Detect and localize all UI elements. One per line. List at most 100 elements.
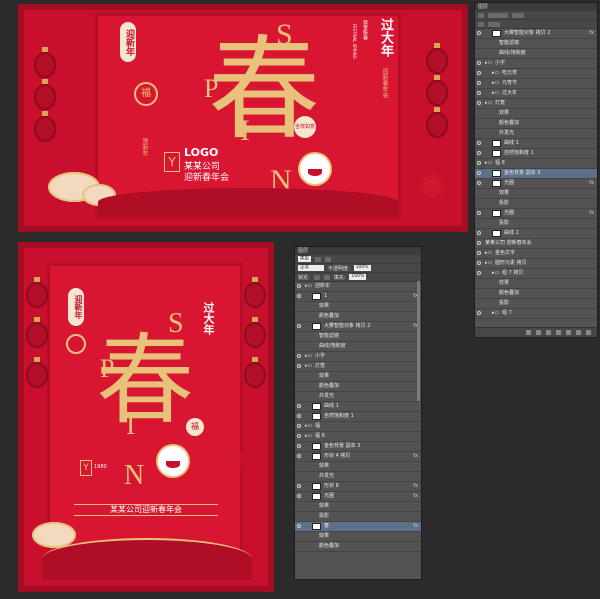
mask-icon[interactable] [546, 330, 551, 335]
layer-row[interactable]: 智能滤镜 [295, 332, 421, 342]
layer-row[interactable]: 曲线/饱和度 [295, 342, 421, 352]
layer-row[interactable]: 光圈 fx [475, 179, 597, 189]
visibility-eye-icon[interactable] [477, 101, 481, 105]
folder-icon[interactable] [566, 330, 571, 335]
layer-row[interactable]: ▸▭ 过大年 [475, 89, 597, 99]
filter-text-icon[interactable] [325, 256, 331, 262]
visibility-eye-icon[interactable] [477, 151, 481, 155]
layer-row[interactable]: 曲线 1 [475, 139, 597, 149]
opacity-field[interactable]: 100% [353, 265, 371, 271]
layer-row[interactable]: 春 fx [295, 522, 421, 532]
visibility-eye-icon[interactable] [297, 414, 301, 418]
layer-row[interactable]: 颜色叠加 [475, 119, 597, 129]
visibility-eye-icon[interactable] [477, 61, 481, 65]
folder-icon[interactable]: ▸▭ [492, 269, 499, 278]
visibility-eye-icon[interactable] [297, 364, 301, 368]
visibility-eye-icon[interactable] [477, 231, 481, 235]
layer-thumbnail[interactable] [492, 140, 501, 147]
visibility-eye-icon[interactable] [297, 424, 301, 428]
layer-row[interactable]: 某某公司 迎新春年会 [475, 239, 597, 249]
layer-row[interactable]: 大雾智能对象 拷贝 2 fx [295, 322, 421, 332]
visibility-eye-icon[interactable] [477, 91, 481, 95]
layer-thumbnail[interactable] [492, 210, 501, 217]
layer-row[interactable]: ▸▭ 吃元宵 [475, 69, 597, 79]
layer-row[interactable]: 光圈 fx [475, 209, 597, 219]
folder-icon[interactable]: ▸▭ [305, 352, 312, 361]
layer-thumbnail[interactable] [492, 170, 501, 177]
layer-row[interactable]: 投影 [475, 299, 597, 309]
folder-icon[interactable]: ▸▭ [305, 362, 312, 371]
visibility-eye-icon[interactable] [477, 31, 481, 35]
folder-icon[interactable]: ▸▭ [485, 59, 492, 68]
layer-row[interactable]: 效果 [475, 279, 597, 289]
fx-icon[interactable] [536, 330, 541, 335]
folder-icon[interactable]: ▸▭ [492, 89, 499, 98]
layer-row[interactable]: ▸▭ 小字 [475, 59, 597, 69]
layer-thumbnail[interactable] [312, 493, 321, 500]
layer-thumbnail[interactable] [312, 483, 321, 490]
fx-badge[interactable]: fx [413, 522, 418, 531]
lock-icon[interactable] [478, 21, 484, 27]
visibility-eye-icon[interactable] [297, 484, 301, 488]
visibility-eye-icon[interactable] [297, 444, 301, 448]
visibility-eye-icon[interactable] [297, 354, 301, 358]
layer-thumbnail[interactable] [312, 453, 321, 460]
visibility-eye-icon[interactable] [477, 211, 481, 215]
visibility-eye-icon[interactable] [297, 324, 301, 328]
folder-icon[interactable]: ▸▭ [492, 69, 499, 78]
fill-field[interactable]: 100% [349, 274, 367, 280]
kind-select[interactable]: 类型 [298, 256, 311, 262]
layer-thumbnail[interactable] [492, 230, 501, 237]
layer-row[interactable]: 颜色叠加 [295, 382, 421, 392]
layer-row[interactable]: 外发光 [295, 392, 421, 402]
layer-row[interactable]: ▸▭ 金色文字 [475, 249, 597, 259]
trash-icon[interactable] [586, 330, 591, 335]
layer-row[interactable]: 效果 [295, 462, 421, 472]
adjustment-icon[interactable] [556, 330, 561, 335]
folder-icon[interactable]: ▸▭ [305, 422, 312, 431]
layer-row[interactable]: 金色背景 副本 3 [295, 442, 421, 452]
layer-row[interactable]: ▸▭ 元宵节 [475, 79, 597, 89]
layer-thumbnail[interactable] [492, 150, 501, 157]
layer-thumbnail[interactable] [492, 30, 501, 37]
layer-row[interactable]: ▸▭ 福 8 [295, 432, 421, 442]
fx-badge[interactable]: fx [413, 452, 418, 461]
lock-pixels-icon[interactable] [313, 274, 320, 280]
visibility-eye-icon[interactable] [477, 271, 481, 275]
folder-icon[interactable]: ▸▭ [485, 259, 492, 268]
layer-thumbnail[interactable] [312, 523, 321, 530]
layer-thumbnail[interactable] [312, 403, 321, 410]
layer-row[interactable]: 效果 [295, 372, 421, 382]
filter-pixel-icon[interactable] [315, 256, 321, 262]
folder-icon[interactable]: ▸▭ [485, 249, 492, 258]
layer-row[interactable]: 光圈 fx [295, 492, 421, 502]
opacity-field[interactable] [512, 12, 524, 18]
layer-row[interactable]: ▸▭ 灯笼 [475, 99, 597, 109]
layer-row[interactable]: ▸▭ 灯笼 [295, 362, 421, 372]
layer-row[interactable]: 效果 [475, 189, 597, 199]
layer-row[interactable]: 外发光 [475, 129, 597, 139]
visibility-eye-icon[interactable] [477, 261, 481, 265]
layer-row[interactable]: 自然饱和度 1 [475, 149, 597, 159]
folder-icon[interactable]: ▸▭ [305, 432, 312, 441]
fx-badge[interactable]: fx [589, 209, 594, 218]
visibility-eye-icon[interactable] [297, 404, 301, 408]
visibility-eye-icon[interactable] [477, 141, 481, 145]
layer-row[interactable]: 曲线 1 [295, 402, 421, 412]
layer-row[interactable]: ▸▭ 组 7 拷贝 [475, 269, 597, 279]
visibility-eye-icon[interactable] [477, 81, 481, 85]
fx-badge[interactable]: fx [589, 179, 594, 188]
layer-row[interactable]: 效果 [295, 302, 421, 312]
layer-row[interactable]: 颜色叠加 [295, 542, 421, 552]
layer-row[interactable]: 曲线 2 [475, 229, 597, 239]
folder-icon[interactable]: ▸▭ [492, 79, 499, 88]
blend-mode-select[interactable]: 正常 [298, 265, 324, 271]
layer-thumbnail[interactable] [492, 180, 501, 187]
link-icon[interactable] [526, 330, 531, 335]
visibility-eye-icon[interactable] [297, 434, 301, 438]
filter-icon[interactable] [478, 12, 484, 18]
layer-row[interactable]: 投影 [475, 199, 597, 209]
visibility-eye-icon[interactable] [297, 294, 301, 298]
layer-row[interactable]: 投影 [295, 512, 421, 522]
layer-row[interactable]: ▸▭ 福 8 [475, 159, 597, 169]
